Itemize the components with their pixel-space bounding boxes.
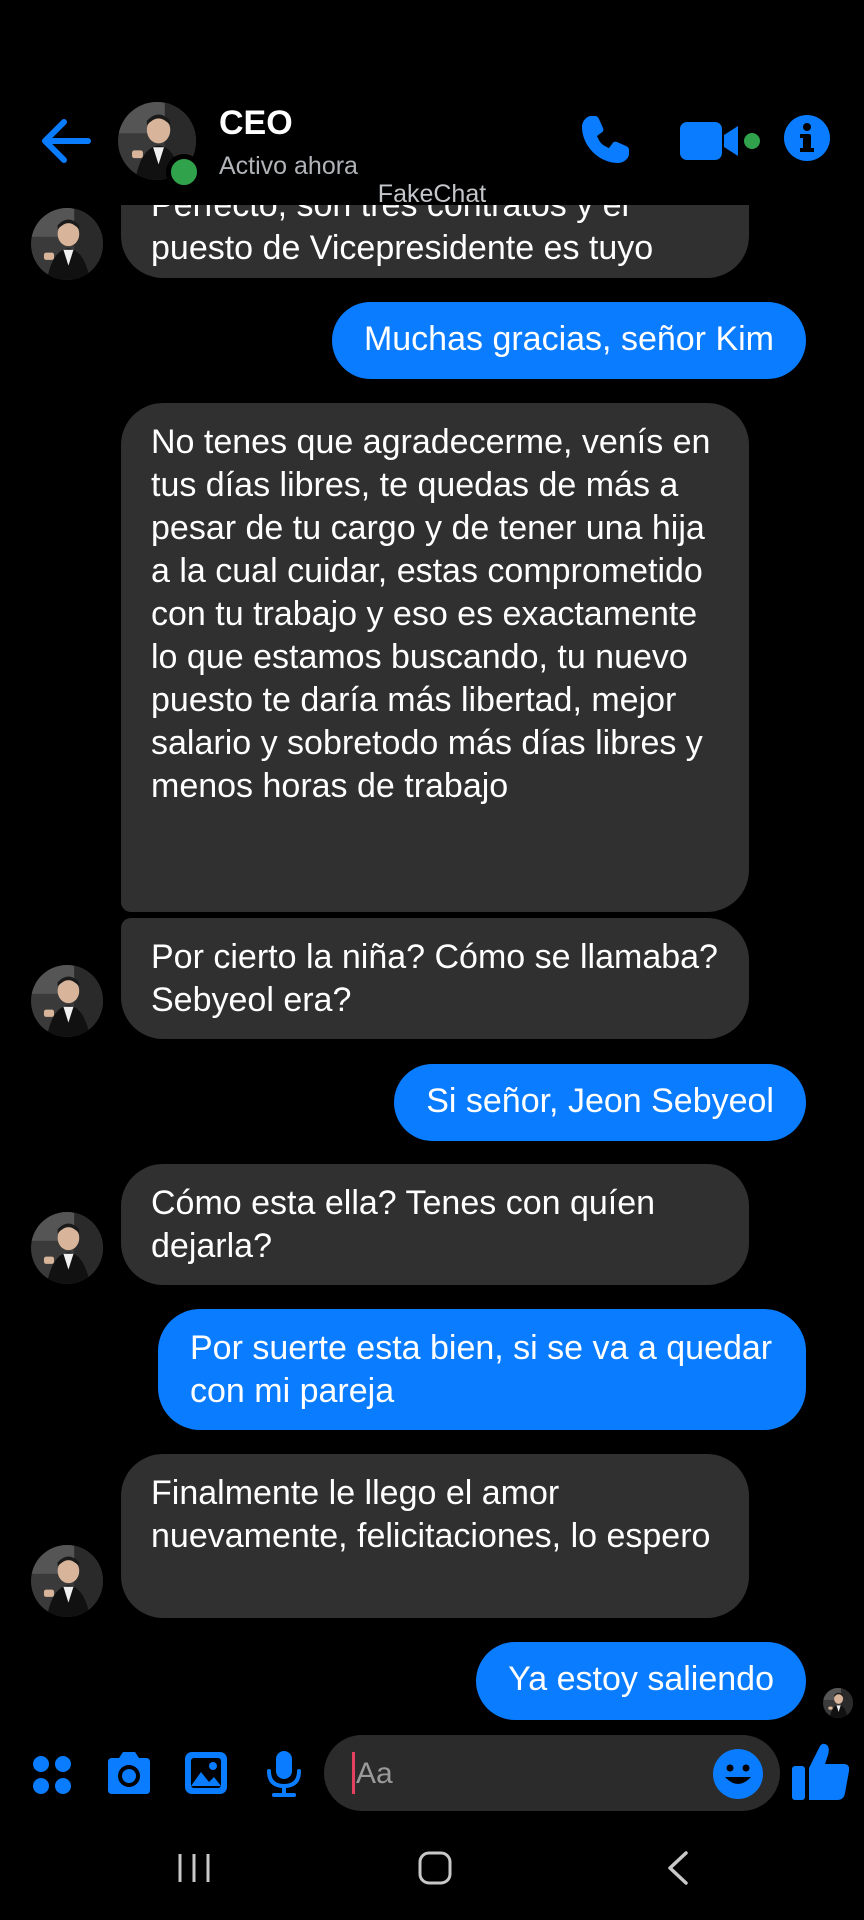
watermark-label: FakeChat [377, 180, 487, 208]
text-cursor [352, 1752, 355, 1794]
info-icon[interactable] [783, 114, 831, 162]
home-icon[interactable] [417, 1850, 453, 1886]
message-input-placeholder: Aa [356, 1757, 393, 1790]
recent-apps-icon[interactable] [176, 1852, 212, 1884]
message-text: Por suerte esta bien, si se va a quedar … [190, 1329, 773, 1410]
message-text: Cómo esta ella? Tenes con quíen dejarla? [151, 1184, 656, 1265]
phone-icon[interactable] [578, 113, 632, 167]
contact-name[interactable]: CEO [219, 104, 293, 143]
incoming-message-bubble[interactable]: Finalmente le llego el amor nuevamente, … [121, 1454, 749, 1618]
message-text: Finalmente le llego el amor nuevamente, … [151, 1474, 711, 1555]
microphone-icon[interactable] [264, 1749, 304, 1799]
apps-grid-icon[interactable] [30, 1753, 74, 1797]
chat-header: CEO Activo ahora [0, 0, 864, 205]
message-text: Si señor, Jeon Sebyeol [426, 1082, 774, 1120]
message-text: Muchas gracias, señor Kim [363, 320, 774, 358]
incoming-message-bubble[interactable]: Cómo esta ella? Tenes con quíen dejarla? [121, 1164, 749, 1285]
outgoing-message-bubble[interactable]: Muchas gracias, señor Kim [331, 302, 806, 379]
outgoing-message-bubble[interactable]: Ya estoy saliendo [476, 1642, 806, 1720]
seen-receipt-avatar [823, 1688, 853, 1718]
back-arrow-icon[interactable] [40, 118, 92, 164]
gallery-icon[interactable] [183, 1750, 229, 1796]
incoming-message-bubble[interactable]: No tenes que agradecerme, venís en tus d… [121, 403, 749, 912]
contact-avatar[interactable] [31, 965, 103, 1037]
incoming-message-bubble[interactable]: Por cierto la niña? Cómo se llamaba? Seb… [121, 918, 749, 1039]
camera-icon[interactable] [104, 1750, 154, 1796]
thumbs-up-icon[interactable] [790, 1742, 852, 1802]
video-camera-icon[interactable] [678, 118, 764, 164]
back-nav-icon[interactable] [664, 1850, 692, 1886]
contact-avatar[interactable] [31, 1212, 103, 1284]
outgoing-message-bubble[interactable]: Por suerte esta bien, si se va a quedar … [158, 1309, 806, 1430]
contact-status: Activo ahora [219, 152, 358, 180]
outgoing-message-bubble[interactable]: Si señor, Jeon Sebyeol [394, 1064, 806, 1141]
message-text: Ya estoy saliendo [508, 1660, 774, 1698]
message-text: Por cierto la niña? Cómo se llamaba? Seb… [151, 938, 718, 1019]
message-text: No tenes que agradecerme, venís en tus d… [151, 423, 711, 805]
message-list[interactable]: Perfecto, son tres contratos y el puesto… [0, 0, 864, 1730]
emoji-icon[interactable] [712, 1748, 764, 1800]
contact-avatar[interactable] [31, 1545, 103, 1617]
contact-avatar[interactable] [31, 208, 103, 280]
